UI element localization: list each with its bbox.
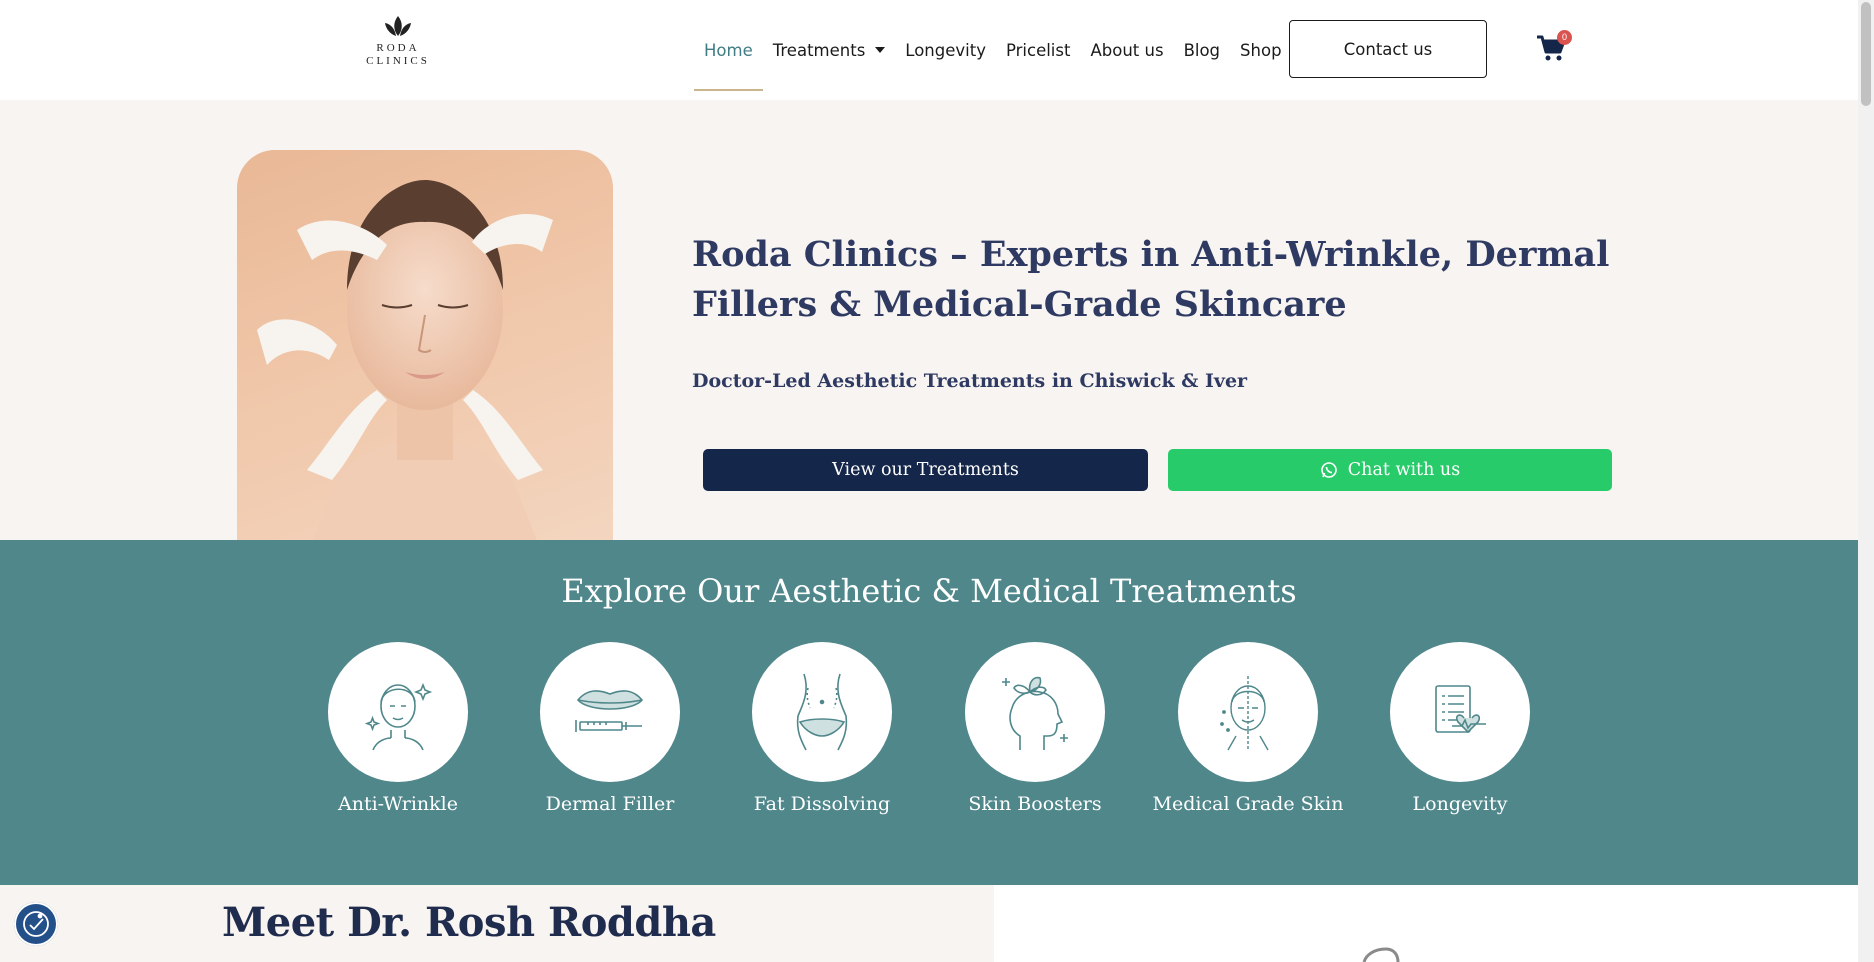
treatment-longevity[interactable]: Longevity (1350, 642, 1570, 815)
cart-button[interactable]: 0 (1536, 30, 1572, 66)
treatments-title: Explore Our Aesthetic & Medical Treatmen… (561, 572, 1297, 610)
head-leaf-icon (1002, 676, 1068, 750)
chevron-down-icon (875, 47, 886, 53)
face-sparkle-icon (364, 682, 433, 751)
whatsapp-icon (1320, 462, 1337, 478)
chat-with-us-label: Chat with us (1347, 460, 1461, 480)
hero-section: Roda Clinics – Experts in Anti-Wrinkle, … (0, 100, 1858, 540)
clipboard-heart-icon (1435, 685, 1486, 734)
lotus-icon (385, 16, 411, 36)
face-treatment-photo (257, 180, 553, 540)
logo[interactable]: RODA CLINICS (360, 14, 436, 84)
treatment-icon-circle (328, 642, 468, 782)
face-half-icon (1220, 676, 1269, 751)
nav-shop[interactable]: Shop (1230, 41, 1292, 60)
treatment-anti-wrinkle[interactable]: Anti-Wrinkle (288, 642, 508, 815)
treatment-medical-grade-skin[interactable]: Medical Grade Skin (1138, 642, 1358, 815)
treatment-label: Longevity (1412, 793, 1508, 815)
treatment-icon-circle (540, 642, 680, 782)
scrollbar-thumb[interactable] (1861, 2, 1871, 106)
meet-doctor-image (994, 885, 1858, 962)
treatments-section: Explore Our Aesthetic & Medical Treatmen… (0, 540, 1858, 885)
meet-doctor-title: Meet Dr. Rosh Roddha (222, 899, 716, 946)
treatment-icon-circle (1178, 642, 1318, 782)
meet-doctor-section: Meet Dr. Rosh Roddha (0, 885, 994, 962)
treatment-label: Skin Boosters (968, 793, 1102, 815)
contact-us-button[interactable]: Contact us (1289, 20, 1487, 78)
doctor-photo (1362, 947, 1400, 962)
treatment-skin-boosters[interactable]: Skin Boosters (925, 642, 1145, 815)
chat-with-us-button[interactable]: Chat with us (1168, 449, 1612, 491)
nav-treatments[interactable]: Treatments (763, 41, 896, 60)
main-nav: Home Treatments Longevity Pricelist Abou… (694, 36, 1292, 91)
accessibility-icon (23, 911, 49, 937)
treatment-icon-circle (752, 642, 892, 782)
waist-icon (796, 673, 848, 751)
treatment-label: Fat Dissolving (753, 793, 891, 815)
nav-about-us[interactable]: About us (1080, 41, 1173, 60)
site-header: RODA CLINICS Home Treatments Longevity P… (0, 0, 1858, 100)
logo-text-line1: RODA (376, 42, 420, 54)
treatment-icon-circle (965, 642, 1105, 782)
hero-image (237, 150, 613, 540)
hero-title: Roda Clinics – Experts in Anti-Wrinkle, … (692, 234, 1610, 325)
lips-syringe-icon (575, 690, 644, 732)
nav-longevity[interactable]: Longevity (895, 41, 996, 60)
view-treatments-button[interactable]: View our Treatments (703, 449, 1148, 491)
treatment-icon-circle (1390, 642, 1530, 782)
nav-treatments-label: Treatments (772, 40, 866, 60)
treatment-label: Dermal Filler (545, 793, 675, 815)
logo-text-line2: CLINICS (366, 55, 430, 67)
treatment-dermal-filler[interactable]: Dermal Filler (500, 642, 720, 815)
page-scrollbar[interactable] (1858, 0, 1874, 962)
hero-subtitle: Doctor-Led Aesthetic Treatments in Chisw… (692, 370, 1248, 392)
cart-count-badge: 0 (1557, 30, 1572, 45)
nav-home[interactable]: Home (694, 41, 763, 91)
treatment-label: Medical Grade Skin (1152, 793, 1344, 815)
accessibility-button[interactable] (14, 902, 58, 946)
nav-blog[interactable]: Blog (1174, 41, 1230, 60)
treatment-label: Anti-Wrinkle (338, 793, 458, 815)
nav-pricelist[interactable]: Pricelist (996, 41, 1081, 60)
treatment-fat-dissolving[interactable]: Fat Dissolving (712, 642, 932, 815)
